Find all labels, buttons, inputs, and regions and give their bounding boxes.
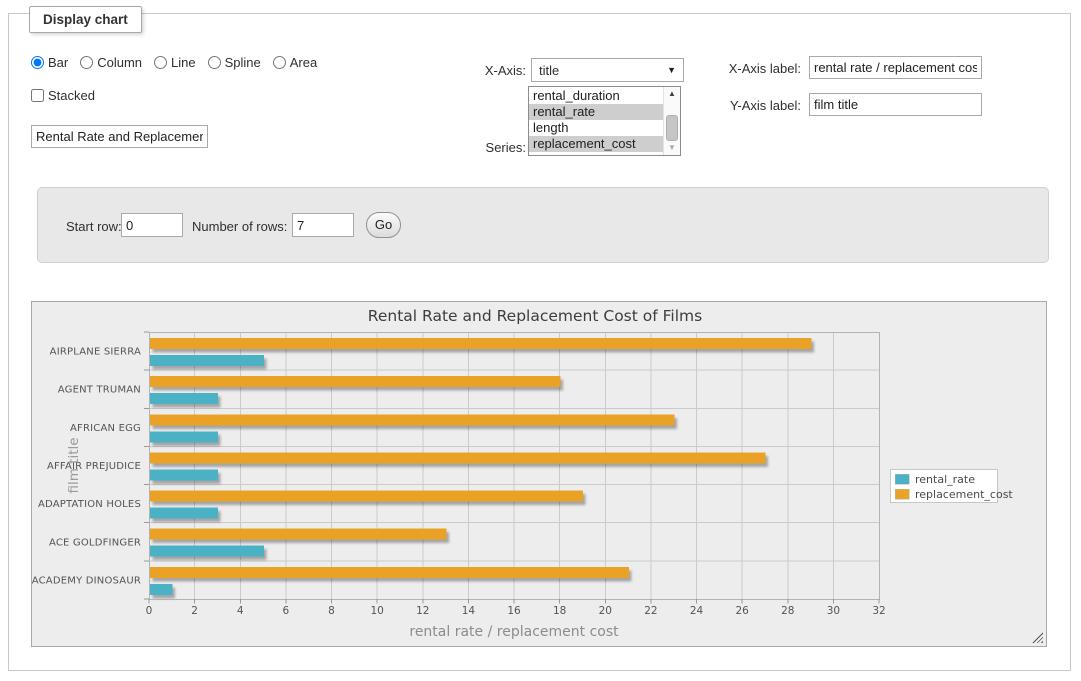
row-range-panel: Start row: Number of rows: Go — [37, 187, 1049, 263]
number-of-rows-input[interactable] — [292, 213, 354, 237]
svg-text:30: 30 — [827, 605, 840, 617]
display-chart-fieldset: Display chart BarColumnLineSplineArea St… — [8, 13, 1071, 671]
series-listbox-label: Series: — [441, 140, 526, 155]
svg-text:AFFAIR PREJUDICE: AFFAIR PREJUDICE — [47, 461, 141, 472]
chart-type-radio-bar[interactable] — [31, 56, 44, 69]
series-options: rental_durationrental_ratelengthreplacem… — [529, 87, 663, 155]
chart-type-option-area[interactable]: Area — [273, 55, 317, 70]
chart-type-label: Column — [97, 55, 142, 70]
series-option[interactable]: rental_duration — [529, 88, 663, 104]
chart-type-radio-spline[interactable] — [208, 56, 221, 69]
number-of-rows-label: Number of rows: — [192, 219, 287, 234]
chart-panel: 02468101214161820222426283032AIRPLANE SI… — [31, 301, 1047, 647]
svg-text:AIRPLANE SIERRA: AIRPLANE SIERRA — [50, 347, 141, 358]
svg-text:2: 2 — [191, 605, 198, 617]
svg-text:28: 28 — [781, 605, 794, 617]
svg-text:18: 18 — [553, 605, 566, 617]
chart-type-option-bar[interactable]: Bar — [31, 55, 68, 70]
chevron-down-icon: ▼ — [667, 65, 676, 75]
scrollbar-thumb[interactable] — [666, 115, 678, 141]
x-axis-select-label: X-Axis: — [441, 63, 526, 78]
svg-text:ADAPTATION HOLES: ADAPTATION HOLES — [38, 499, 141, 510]
go-button[interactable]: Go — [366, 212, 401, 238]
scrollbar-track[interactable] — [664, 101, 680, 141]
series-scrollbar[interactable]: ▲ ▼ — [663, 87, 680, 155]
svg-text:22: 22 — [644, 605, 657, 617]
x-axis-label-field-label: X-Axis label: — [709, 61, 801, 76]
chart-type-option-column[interactable]: Column — [80, 55, 142, 70]
y-axis-label-input[interactable] — [809, 93, 982, 116]
chart-type-option-line[interactable]: Line — [154, 55, 196, 70]
chart-type-label: Line — [171, 55, 196, 70]
chart-type-label: Spline — [225, 55, 261, 70]
scroll-down-icon[interactable]: ▼ — [664, 141, 680, 155]
svg-text:film title: film title — [66, 437, 82, 493]
bar-chart: 02468101214161820222426283032AIRPLANE SI… — [32, 302, 1048, 648]
svg-text:8: 8 — [328, 605, 335, 617]
chart-type-radio-line[interactable] — [154, 56, 167, 69]
y-axis-label-field-label: Y-Axis label: — [709, 98, 801, 113]
svg-text:16: 16 — [507, 605, 521, 617]
x-axis-label-input[interactable] — [809, 56, 982, 79]
chart-type-label: Bar — [48, 55, 68, 70]
x-axis-select[interactable]: title ▼ — [531, 58, 684, 82]
svg-text:10: 10 — [370, 605, 383, 617]
series-listbox[interactable]: rental_durationrental_ratelengthreplacem… — [528, 86, 681, 156]
chart-type-label: Area — [290, 55, 317, 70]
svg-text:24: 24 — [690, 605, 704, 617]
svg-text:Rental Rate and Replacement Co: Rental Rate and Replacement Cost of Film… — [368, 307, 702, 325]
svg-text:rental rate / replacement cost: rental rate / replacement cost — [409, 624, 619, 640]
start-row-input[interactable] — [121, 213, 183, 237]
svg-text:replacement_cost: replacement_cost — [915, 488, 1013, 501]
svg-text:32: 32 — [872, 605, 885, 617]
start-row-label: Start row: — [66, 219, 122, 234]
chart-type-radio-column[interactable] — [80, 56, 93, 69]
chart-title-input[interactable] — [31, 125, 208, 148]
svg-text:AGENT TRUMAN: AGENT TRUMAN — [58, 385, 141, 396]
svg-text:20: 20 — [599, 605, 612, 617]
svg-text:ACE GOLDFINGER: ACE GOLDFINGER — [49, 537, 141, 548]
svg-text:26: 26 — [735, 605, 749, 617]
svg-text:AFRICAN EGG: AFRICAN EGG — [70, 423, 141, 434]
x-axis-selected-value: title — [539, 63, 559, 78]
series-option[interactable]: length — [529, 120, 663, 136]
chart-type-radio-area[interactable] — [273, 56, 286, 69]
fieldset-legend-title: Display chart — [29, 6, 142, 33]
stacked-checkbox[interactable] — [31, 89, 44, 102]
svg-text:4: 4 — [237, 605, 244, 617]
chart-type-radio-group: Bar Column Line Spline Area — [31, 55, 329, 70]
scroll-up-icon[interactable]: ▲ — [664, 87, 680, 101]
svg-text:12: 12 — [416, 605, 429, 617]
svg-text:rental_rate: rental_rate — [915, 473, 975, 486]
chart-type-option-spline[interactable]: Spline — [208, 55, 261, 70]
stacked-checkbox-label[interactable]: Stacked — [31, 88, 95, 103]
series-option[interactable]: replacement_cost — [529, 136, 663, 152]
svg-text:6: 6 — [283, 605, 290, 617]
series-option[interactable]: rental_rate — [529, 104, 663, 120]
svg-text:ACADEMY DINOSAUR: ACADEMY DINOSAUR — [32, 575, 141, 586]
svg-text:14: 14 — [462, 605, 476, 617]
svg-text:0: 0 — [146, 605, 153, 617]
